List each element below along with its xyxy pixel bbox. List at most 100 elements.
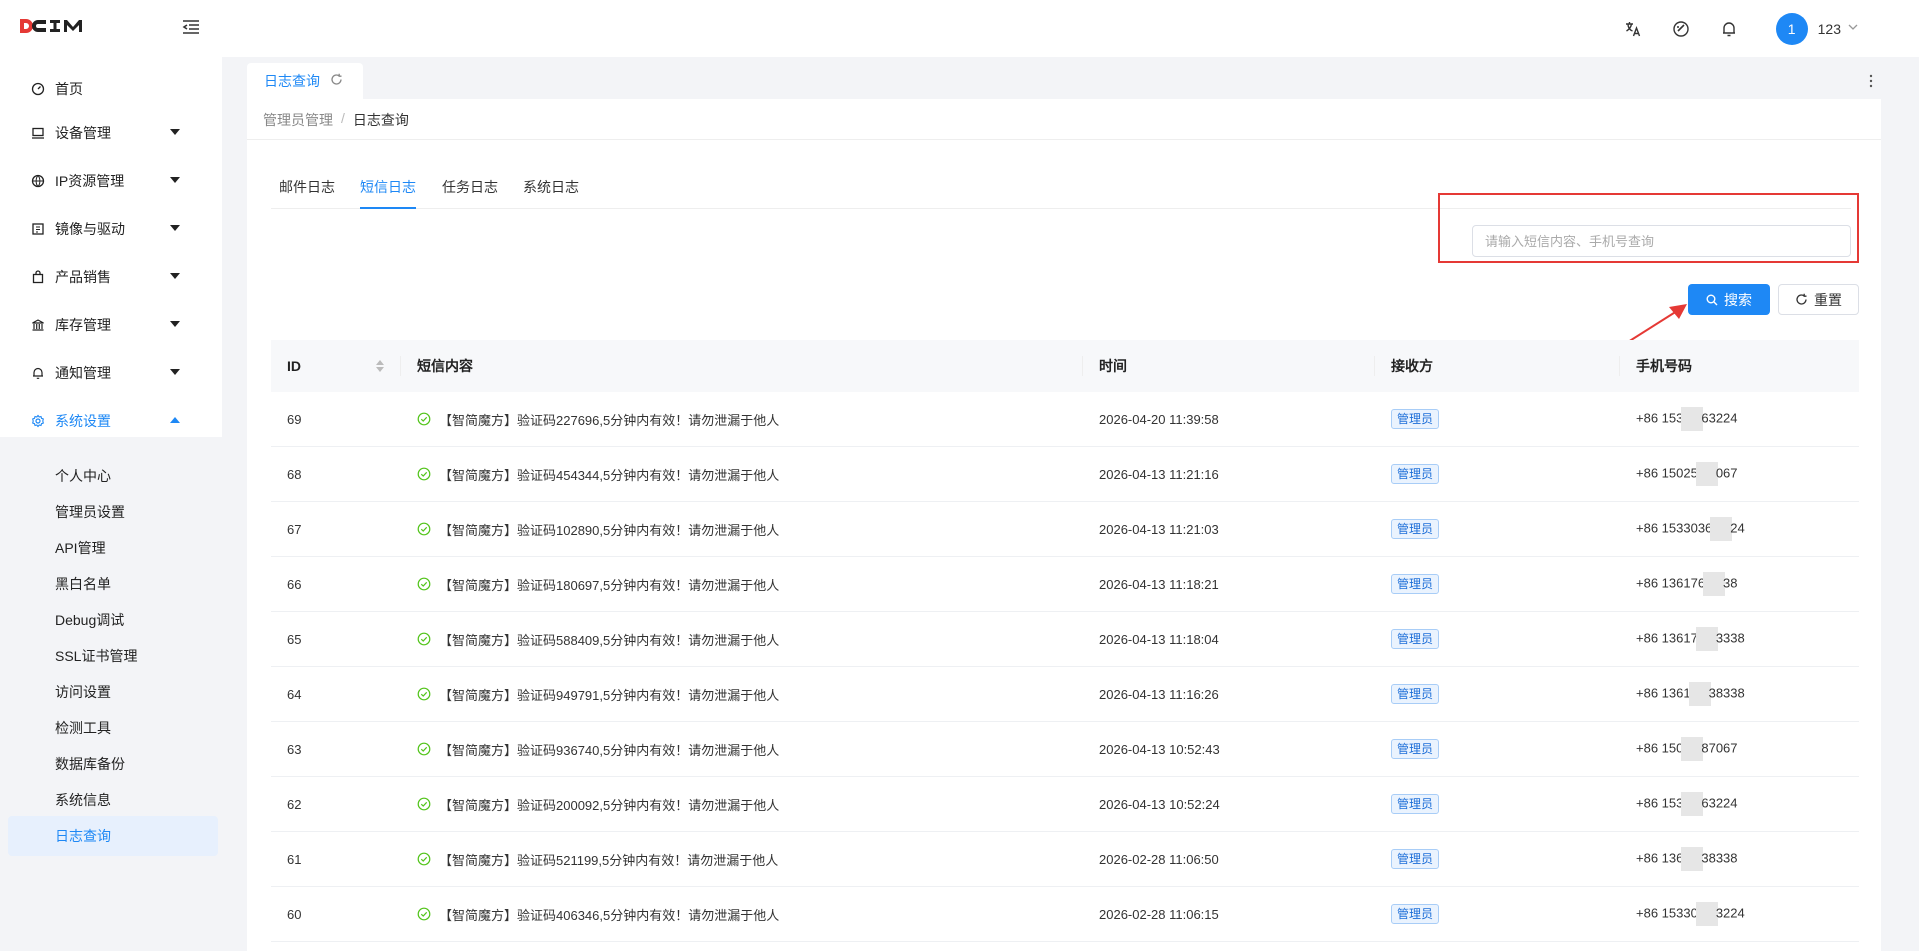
- sidebar-item-inventory[interactable]: 库存管理: [0, 301, 222, 349]
- cell-content-text: 【智简魔方】验证码588409,5分钟内有效！请勿泄漏于他人: [439, 632, 780, 648]
- table-row: 69 【智简魔方】验证码227696,5分钟内有效！请勿泄漏于他人 2026-0…: [271, 392, 1859, 447]
- phone-prefix: +86 136: [1636, 850, 1684, 866]
- check-circle-icon: [417, 522, 431, 536]
- reset-button[interactable]: 重置: [1778, 284, 1859, 315]
- sort-icon[interactable]: [376, 359, 384, 373]
- cell-id: 67: [287, 521, 302, 537]
- page-tab-log-query[interactable]: 日志查询: [247, 63, 363, 99]
- table-row: 68 【智简魔方】验证码454344,5分钟内有效！请勿泄漏于他人 2026-0…: [271, 447, 1859, 502]
- more-vertical-icon[interactable]: [1861, 71, 1881, 91]
- caret-down-icon: [170, 321, 180, 327]
- main-card: 管理员管理 / 日志查询 邮件日志 短信日志 任务日志 系统日志 搜索 重置 I…: [247, 99, 1881, 951]
- redaction-mask: [1695, 462, 1718, 486]
- image-icon: [30, 221, 46, 237]
- redaction-mask: [1695, 902, 1718, 926]
- sidebar-subitem-admin-settings[interactable]: 管理员设置: [8, 492, 218, 532]
- table-row: 60 【智简魔方】验证码406346,5分钟内有效！请勿泄漏于他人 2026-0…: [271, 887, 1859, 942]
- check-circle-icon: [417, 797, 431, 811]
- tab-task-log[interactable]: 任务日志: [442, 177, 498, 209]
- cell-receiver: 管理员: [1375, 904, 1620, 924]
- network-icon: [30, 173, 46, 189]
- user-name[interactable]: 123: [1818, 21, 1841, 37]
- translate-icon[interactable]: [1622, 18, 1644, 40]
- sidebar-subitem-system-info[interactable]: 系统信息: [8, 780, 218, 820]
- receiver-badge: 管理员: [1391, 629, 1440, 649]
- sidebar-subitem-debug[interactable]: Debug调试: [8, 600, 218, 640]
- sidebar-item-label: 通知管理: [55, 365, 111, 381]
- sidebar-subitem-detection-tools[interactable]: 检测工具: [8, 708, 218, 748]
- column-header-id[interactable]: ID: [271, 356, 401, 376]
- cell-content-text: 【智简魔方】验证码200092,5分钟内有效！请勿泄漏于他人: [439, 797, 780, 813]
- receiver-badge: 管理员: [1391, 684, 1440, 704]
- sidebar-subitem-log-query[interactable]: 日志查询: [8, 816, 218, 856]
- caret-down-icon: [170, 129, 180, 135]
- sidebar-item-label: 产品销售: [55, 269, 111, 285]
- cell-phone: +86 1361 38338: [1620, 682, 1859, 706]
- chevron-down-icon[interactable]: [1847, 21, 1859, 36]
- receiver-badge: 管理员: [1391, 464, 1440, 484]
- sidebar-subitem-access-settings[interactable]: 访问设置: [8, 672, 218, 712]
- breadcrumb-parent[interactable]: 管理员管理: [263, 110, 333, 130]
- sidebar-item-devices[interactable]: 设备管理: [0, 109, 222, 157]
- tab-email-log[interactable]: 邮件日志: [279, 177, 335, 209]
- cell-time: 2026-04-13 11:18:21: [1099, 576, 1219, 592]
- cell-phone: +86 15330 3224: [1620, 902, 1859, 926]
- cell-content: 【智简魔方】验证码588409,5分钟内有效！请勿泄漏于他人: [401, 630, 1083, 649]
- check-circle-icon: [417, 852, 431, 866]
- sms-log-table: ID 短信内容 时间 接收方 手机号码 69 【智简魔方】验证码227696,5…: [271, 340, 1859, 942]
- notification-bell-icon[interactable]: [1718, 18, 1740, 40]
- logo: DCIM: [18, 16, 90, 36]
- sidebar-item-notifications[interactable]: 通知管理: [0, 349, 222, 397]
- sidebar-subitem-ssl[interactable]: SSL证书管理: [8, 636, 218, 676]
- sidebar-item-ip-resources[interactable]: IP资源管理: [0, 157, 222, 205]
- cell-receiver: 管理员: [1375, 629, 1620, 649]
- sidebar-item-label: 首页: [55, 81, 83, 97]
- theme-palette-icon[interactable]: [1670, 18, 1692, 40]
- sidebar-subitem-db-backup[interactable]: 数据库备份: [8, 744, 218, 784]
- sidebar-item-home[interactable]: 首页: [0, 65, 222, 113]
- sidebar-item-label: IP资源管理: [55, 173, 125, 189]
- search-input[interactable]: [1472, 225, 1851, 257]
- collapse-menu-icon[interactable]: [180, 16, 202, 38]
- sidebar-item-product-sales[interactable]: 产品销售: [0, 253, 222, 301]
- check-circle-icon: [417, 577, 431, 591]
- search-button[interactable]: 搜索: [1688, 284, 1770, 315]
- phone-suffix: 067: [1715, 465, 1738, 481]
- redaction-mask: [1703, 572, 1726, 596]
- sidebar-subitem-api[interactable]: API管理: [8, 528, 218, 568]
- caret-down-icon: [170, 369, 180, 375]
- phone-suffix: 24: [1730, 520, 1745, 536]
- cell-receiver: 管理员: [1375, 849, 1620, 869]
- bell-icon: [30, 365, 46, 381]
- refresh-icon[interactable]: [330, 73, 343, 89]
- check-circle-icon: [417, 632, 431, 646]
- cell-time: 2026-04-20 11:39:58: [1099, 411, 1219, 427]
- column-header-content: 短信内容: [401, 356, 1083, 376]
- phone-prefix: +86 13617: [1636, 630, 1698, 646]
- phone-suffix: 63224: [1701, 795, 1738, 811]
- cell-content-text: 【智简魔方】验证码227696,5分钟内有效！请勿泄漏于他人: [439, 412, 780, 428]
- sidebar-subitem-blacklist[interactable]: 黑白名单: [8, 564, 218, 604]
- cell-id: 63: [287, 741, 302, 757]
- caret-down-icon: [170, 177, 180, 183]
- cell-receiver: 管理员: [1375, 794, 1620, 814]
- sidebar-item-images-drivers[interactable]: 镜像与驱动: [0, 205, 222, 253]
- cell-id: 62: [287, 796, 302, 812]
- table-row: 61 【智简魔方】验证码521199,5分钟内有效！请勿泄漏于他人 2026-0…: [271, 832, 1859, 887]
- search-icon: [1706, 294, 1718, 306]
- table-row: 64 【智简魔方】验证码949791,5分钟内有效！请勿泄漏于他人 2026-0…: [271, 667, 1859, 722]
- user-avatar[interactable]: 1: [1775, 12, 1808, 45]
- receiver-badge: 管理员: [1391, 849, 1440, 869]
- tab-system-log[interactable]: 系统日志: [523, 177, 579, 209]
- phone-suffix: 63224: [1701, 410, 1738, 426]
- table-header: ID 短信内容 时间 接收方 手机号码: [271, 340, 1859, 392]
- sidebar-subitem-profile[interactable]: 个人中心: [8, 456, 218, 496]
- caret-down-icon: [170, 225, 180, 231]
- refresh-icon: [1795, 293, 1808, 306]
- cell-id: 64: [287, 686, 302, 702]
- cell-phone: +86 13617 3338: [1620, 627, 1859, 651]
- caret-up-icon: [170, 417, 180, 423]
- receiver-badge: 管理员: [1391, 409, 1440, 429]
- tab-sms-log[interactable]: 短信日志: [360, 177, 416, 209]
- redaction-mask: [1695, 627, 1718, 651]
